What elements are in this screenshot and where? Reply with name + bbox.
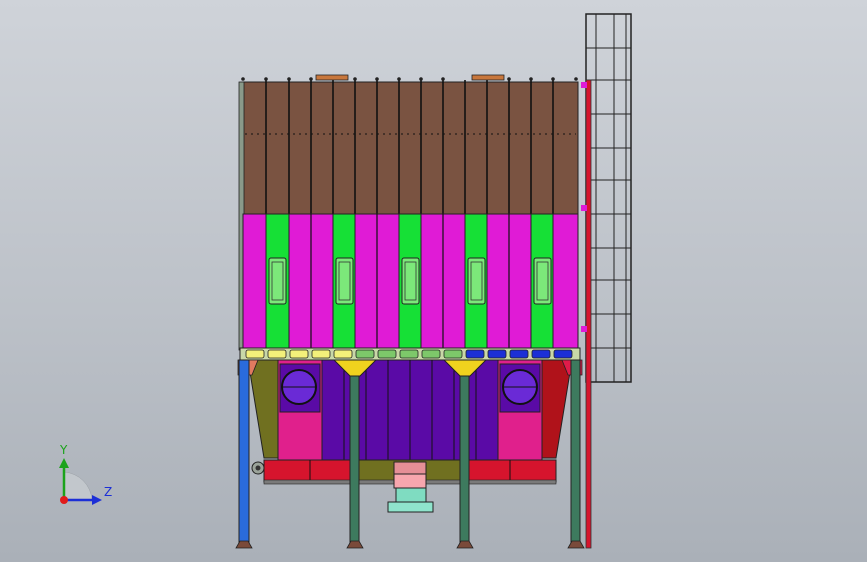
ladder-rail bbox=[585, 79, 592, 549]
view-orientation-triad[interactable]: Y Z bbox=[40, 438, 120, 518]
cad-viewport[interactable] bbox=[0, 0, 867, 562]
z-axis-label: Z bbox=[104, 485, 112, 499]
filter-panel-section bbox=[242, 213, 579, 349]
valve-band bbox=[239, 347, 581, 361]
filter-roof-section bbox=[241, 74, 579, 215]
access-ladder bbox=[585, 13, 632, 383]
y-axis-label: Y bbox=[59, 443, 68, 457]
hopper-section bbox=[237, 359, 583, 461]
x-axis-origin-icon bbox=[60, 496, 68, 504]
discharge-valve bbox=[387, 461, 434, 513]
